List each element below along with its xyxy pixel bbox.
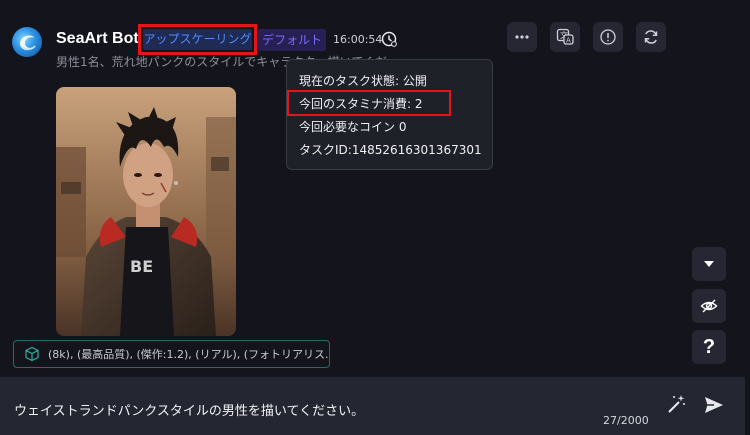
coin-cost: 今回必要なコイン 0 — [299, 120, 407, 134]
more-icon — [515, 35, 529, 39]
default-tag[interactable]: デフォルト — [258, 29, 327, 51]
hide-button[interactable] — [692, 289, 726, 323]
task-info-tooltip: 現在のタスク状態: 公開 今回のスタミナ消費: 2 今回必要なコイン 0 タスク… — [286, 59, 493, 170]
scroll-down-button[interactable] — [692, 247, 726, 281]
generated-image[interactable]: BE — [56, 87, 236, 336]
bot-name: SeaArt Bot — [56, 30, 139, 47]
eye-off-icon — [700, 299, 718, 313]
regenerate-button[interactable] — [636, 22, 666, 52]
svg-text:BE: BE — [130, 257, 153, 276]
char-counter: 27/2000 — [603, 414, 649, 427]
generated-image-art: BE — [56, 87, 236, 336]
task-info-icon[interactable] — [381, 31, 397, 47]
stamina-highlight-box — [287, 90, 451, 116]
task-id: タスクID:14852616301367301 — [299, 143, 482, 157]
translate-icon: 文 A — [556, 28, 574, 45]
message-input[interactable]: ウェイストランドパンクスタイルの男性を描いてください。 — [14, 400, 364, 419]
send-icon[interactable] — [702, 393, 726, 417]
caret-down-icon — [704, 261, 714, 267]
magic-wand-icon[interactable] — [665, 393, 687, 415]
report-icon — [600, 29, 616, 45]
upscale-tag[interactable]: アップスケーリング — [143, 29, 252, 50]
translate-button[interactable]: 文 A — [550, 22, 580, 52]
seaart-logo-icon — [20, 35, 36, 51]
more-button[interactable] — [507, 22, 537, 52]
upscale-tag-highlight: アップスケーリング — [138, 24, 257, 55]
help-button[interactable]: ? — [692, 330, 726, 364]
help-icon: ? — [702, 335, 716, 358]
message-time: 16:00:54 — [333, 33, 383, 46]
bot-avatar — [12, 27, 42, 57]
report-button[interactable] — [593, 22, 623, 52]
message-input-bar: ウェイストランドパンクスタイルの男性を描いてください。 27/2000 — [0, 377, 745, 435]
cube-icon — [25, 346, 39, 362]
svg-text:A: A — [566, 37, 571, 45]
prompt-chip[interactable]: (8k), (最高品質), (傑作:1.2), (リアル), (フォトリアリス.… — [13, 340, 330, 368]
refresh-icon — [644, 30, 658, 44]
prompt-chip-text: (8k), (最高品質), (傑作:1.2), (リアル), (フォトリアリス.… — [48, 348, 330, 361]
